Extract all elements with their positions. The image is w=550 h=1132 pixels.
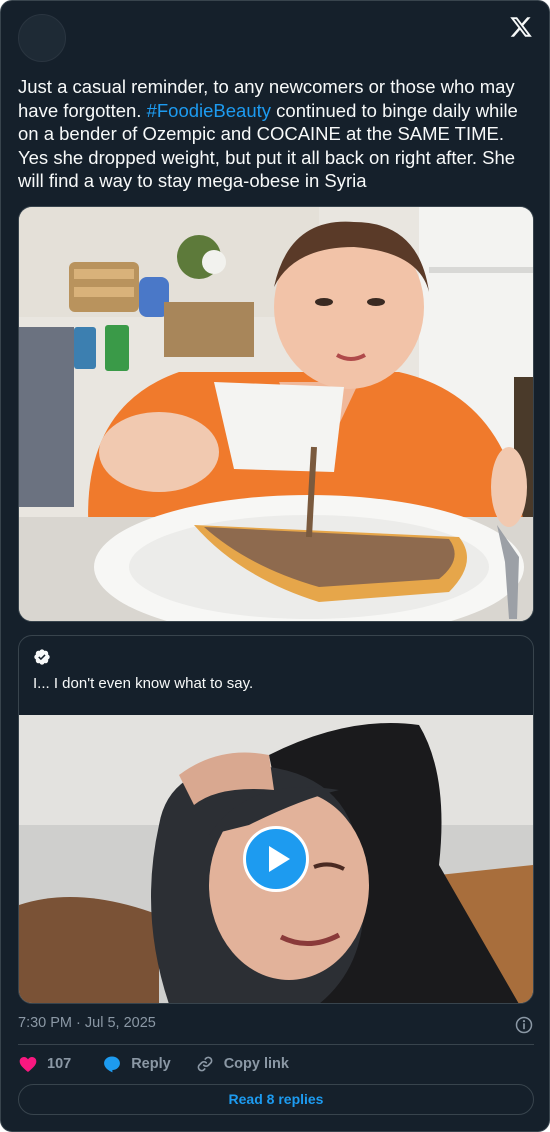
avatar[interactable] bbox=[18, 14, 66, 62]
heart-icon bbox=[19, 1057, 37, 1072]
tweet-meta: 7:30 PM · Jul 5, 2025 bbox=[18, 1015, 534, 1035]
quote-text: I... I don't even know what to say. bbox=[33, 675, 254, 692]
play-button[interactable] bbox=[243, 826, 309, 892]
copy-link-button[interactable]: Copy link bbox=[195, 1054, 289, 1074]
verified-badge-icon bbox=[34, 649, 50, 665]
play-icon bbox=[269, 846, 290, 872]
reply-label: Reply bbox=[131, 1056, 171, 1072]
tweet-timestamp[interactable]: 7:30 PM · Jul 5, 2025 bbox=[18, 1015, 156, 1031]
reply-bubble-icon bbox=[104, 1056, 121, 1073]
photo-illustration bbox=[19, 207, 533, 621]
tweet-text: Just a casual reminder, to any newcomers… bbox=[18, 75, 538, 193]
like-button[interactable]: 107 bbox=[18, 1054, 102, 1074]
reply-button[interactable]: Reply bbox=[102, 1054, 195, 1074]
info-icon[interactable] bbox=[514, 1015, 534, 1035]
action-bar: 107 Reply Copy link bbox=[18, 1053, 289, 1075]
tweet-card: Just a casual reminder, to any newcomers… bbox=[0, 0, 550, 1132]
read-replies-button[interactable]: Read 8 replies bbox=[18, 1084, 534, 1115]
quoted-tweet[interactable]: I... I don't even know what to say. bbox=[18, 635, 534, 1004]
x-logo-icon[interactable] bbox=[509, 15, 533, 39]
hashtag-link[interactable]: #FoodieBeauty bbox=[147, 100, 271, 121]
copy-link-label: Copy link bbox=[223, 1056, 289, 1072]
divider bbox=[18, 1044, 534, 1045]
tweet-photo[interactable] bbox=[18, 206, 534, 622]
like-count: 107 bbox=[47, 1056, 72, 1072]
link-icon bbox=[197, 1056, 213, 1072]
quoted-video[interactable] bbox=[19, 715, 533, 1003]
